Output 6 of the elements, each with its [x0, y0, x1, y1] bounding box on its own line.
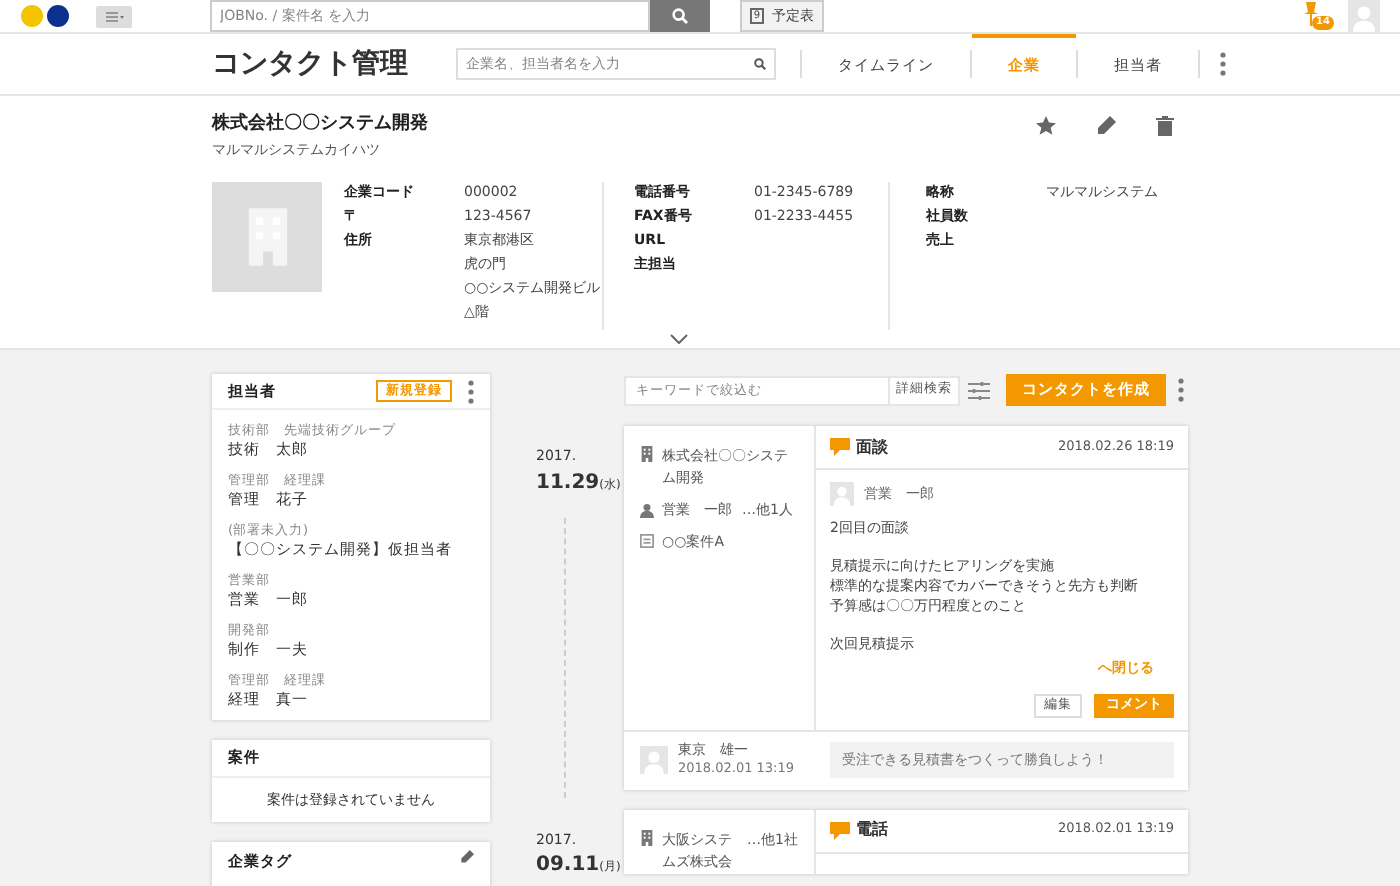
timeline-date: 09.11 [536, 852, 600, 880]
timeline-date: 11.29 [536, 469, 600, 497]
contact-type: 電話 [856, 818, 888, 842]
company-name: 株式会社〇〇システム開発 [212, 112, 428, 138]
contact-type: 面談 [856, 435, 888, 459]
page-title: コンタクト管理 [212, 45, 410, 83]
